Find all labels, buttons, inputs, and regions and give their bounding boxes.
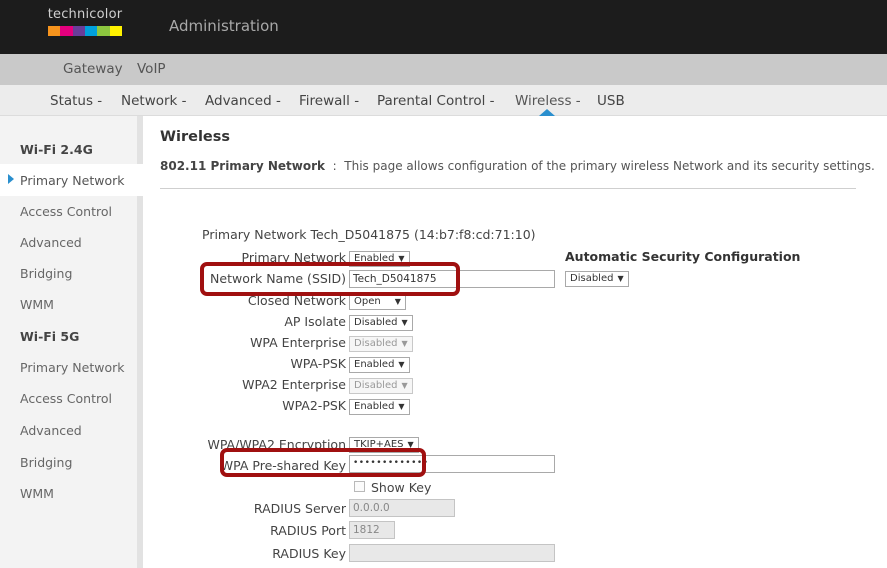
tab-usb[interactable]: USB: [597, 93, 625, 109]
tab-network[interactable]: Network -: [121, 93, 187, 109]
auto-security-title: Automatic Security Configuration: [565, 249, 801, 264]
technicolor-logo[interactable]: technicolor: [46, 7, 124, 43]
sidebar-item-advanced-5g[interactable]: Advanced: [20, 423, 82, 438]
select-value: Open: [354, 296, 381, 307]
sidebar-item-access-control-5g[interactable]: Access Control: [20, 391, 112, 406]
select-value: Enabled: [354, 401, 395, 412]
dropdown-arrow-icon: ▼: [398, 360, 405, 369]
sidebar-item-bridging-5g[interactable]: Bridging: [20, 455, 72, 470]
sidebar-item-primary-network-5g[interactable]: Primary Network: [20, 360, 124, 375]
tab-firewall[interactable]: Firewall -: [299, 93, 359, 109]
active-arrow-icon: [8, 174, 14, 184]
sidebar-group-wifi-5g[interactable]: Wi-Fi 5G: [20, 329, 79, 344]
wpa2-enterprise-label: WPA2 Enterprise: [242, 377, 346, 392]
sidebar-group-wifi-24g[interactable]: Wi-Fi 2.4G: [20, 142, 93, 157]
tab-status[interactable]: Status -: [50, 93, 102, 109]
ap-isolate-label: AP Isolate: [284, 314, 346, 329]
sub-nav: Status - Network - Advanced - Firewall -…: [0, 85, 887, 116]
dropdown-arrow-icon: ▼: [617, 274, 624, 283]
main-nav: Gateway VoIP: [0, 54, 887, 85]
wpa-enterprise-label: WPA Enterprise: [250, 335, 346, 350]
tab-advanced[interactable]: Advanced -: [205, 93, 281, 109]
tab-wireless[interactable]: Wireless -: [515, 93, 581, 109]
dropdown-arrow-icon: ▼: [401, 381, 408, 390]
closed-network-select[interactable]: Open ▼: [349, 294, 406, 310]
show-key-checkbox[interactable]: [354, 481, 365, 492]
sidebar-item-wmm-5g[interactable]: WMM: [20, 486, 54, 501]
tab-parental-control[interactable]: Parental Control -: [377, 93, 495, 109]
dropdown-arrow-icon: ▼: [398, 402, 405, 411]
divider: [160, 188, 856, 189]
sidebar-item-access-control[interactable]: Access Control: [20, 204, 112, 219]
radius-key-label: RADIUS Key: [272, 546, 346, 561]
select-value: Disabled: [570, 273, 614, 284]
primary-network-info: Primary Network Tech_D5041875 (14:b7:f8:…: [202, 227, 536, 242]
dropdown-arrow-icon: ▼: [401, 318, 408, 327]
sidebar-item-primary-network[interactable]: Primary Network: [20, 173, 124, 188]
nav-gateway[interactable]: Gateway: [63, 61, 123, 77]
logo-color-bar: [48, 26, 122, 36]
wpa-psk-select[interactable]: Enabled ▼: [349, 357, 410, 373]
radius-port-label: RADIUS Port: [270, 523, 346, 538]
select-value: Enabled: [354, 359, 395, 370]
page-title: Wireless: [160, 129, 231, 145]
nav-voip[interactable]: VoIP: [137, 61, 166, 77]
radius-server-input[interactable]: 0.0.0.0: [349, 499, 455, 517]
select-value: Disabled: [354, 317, 398, 328]
active-tab-pointer-icon: [539, 109, 555, 116]
select-value: Disabled: [354, 380, 398, 391]
wpa2-enterprise-select[interactable]: Disabled ▼: [349, 378, 413, 394]
dropdown-arrow-icon: ▼: [401, 339, 408, 348]
radius-key-input[interactable]: [349, 544, 555, 562]
sidebar-item-wmm[interactable]: WMM: [20, 297, 54, 312]
ssid-highlight-box: [200, 262, 460, 296]
ap-isolate-select[interactable]: Disabled ▼: [349, 315, 413, 331]
auto-security-select[interactable]: Disabled ▼: [565, 271, 629, 287]
select-value: Disabled: [354, 338, 398, 349]
psk-highlight-box: [220, 448, 426, 477]
top-header: technicolor Administration: [0, 0, 887, 54]
wpa2-psk-select[interactable]: Enabled ▼: [349, 399, 410, 415]
description-text: : This page allows configuration of the …: [324, 159, 875, 173]
page-description: 802.11 Primary Network : This page allow…: [160, 159, 875, 173]
radius-port-input[interactable]: 1812: [349, 521, 395, 539]
dropdown-arrow-icon: ▼: [394, 297, 401, 306]
wpa2-psk-label: WPA2-PSK: [282, 398, 346, 413]
description-heading: 802.11 Primary Network: [160, 159, 325, 173]
show-key-label: Show Key: [371, 480, 432, 495]
sidebar-item-bridging[interactable]: Bridging: [20, 266, 72, 281]
radius-server-label: RADIUS Server: [253, 501, 346, 516]
app-title: Administration: [169, 17, 279, 35]
logo-text: technicolor: [47, 7, 123, 22]
wpa-enterprise-select[interactable]: Disabled ▼: [349, 336, 413, 352]
sidebar-item-advanced[interactable]: Advanced: [20, 235, 82, 250]
wpa-psk-label: WPA-PSK: [290, 356, 346, 371]
